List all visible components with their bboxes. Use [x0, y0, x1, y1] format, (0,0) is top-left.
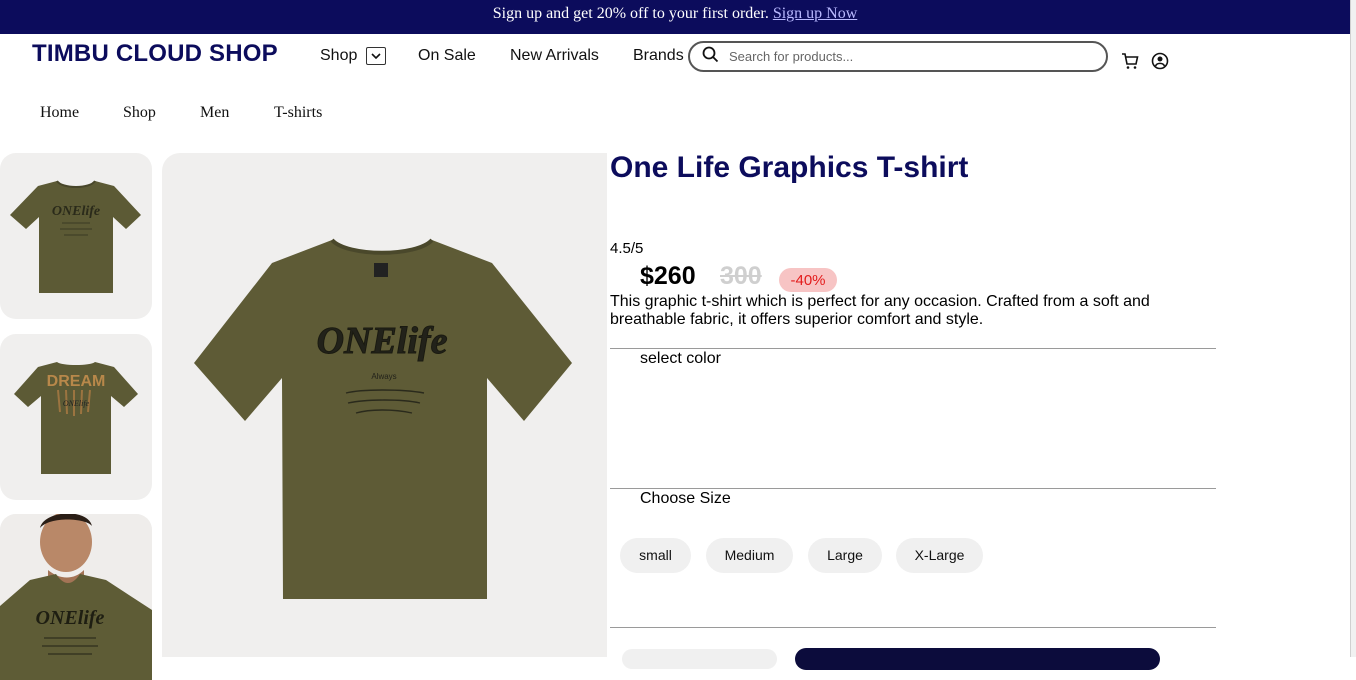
size-large-button[interactable]: Large [808, 538, 882, 573]
breadcrumb-tshirts[interactable]: T-shirts [274, 104, 322, 122]
svg-text:Always: Always [371, 372, 396, 381]
size-small-button[interactable]: small [620, 538, 691, 573]
thumbnail-model[interactable]: ONElife [0, 514, 152, 680]
chevron-down-icon[interactable] [365, 47, 386, 65]
product-description: This graphic t-shirt which is perfect fo… [610, 293, 1150, 328]
nav-shop-label: Shop [320, 47, 358, 65]
site-logo[interactable]: TIMBU CLOUD SHOP [32, 40, 278, 68]
select-color-label: select color [640, 350, 721, 367]
promo-banner: Sign up and get 20% off to your first or… [0, 0, 1350, 34]
divider [610, 488, 1216, 489]
nav-brands[interactable]: Brands [633, 47, 684, 65]
search-bar[interactable] [688, 41, 1108, 72]
size-medium-button[interactable]: Medium [706, 538, 793, 573]
model-photo: ONElife [0, 514, 152, 680]
breadcrumb-men[interactable]: Men [200, 104, 229, 122]
product-rating: 4.5/5 [610, 240, 644, 257]
divider [610, 627, 1216, 628]
svg-text:ONElife: ONElife [36, 607, 105, 629]
svg-text:ONElife: ONElife [52, 204, 100, 219]
cart-icon[interactable] [1121, 52, 1139, 70]
promo-text: Sign up and get 20% off to your first or… [492, 5, 769, 22]
size-xlarge-button[interactable]: X-Large [896, 538, 983, 573]
nav-shop[interactable]: Shop [320, 47, 386, 65]
search-icon [702, 46, 719, 68]
svg-text:ONElife: ONElife [63, 399, 90, 408]
breadcrumb-shop[interactable]: Shop [123, 104, 156, 122]
add-to-cart-button[interactable] [795, 648, 1160, 670]
discount-badge: -40% [779, 268, 837, 292]
product-title: One Life Graphics T-shirt [610, 151, 969, 184]
divider [610, 348, 1216, 349]
svg-text:DREAM: DREAM [47, 373, 106, 390]
user-icon[interactable] [1151, 52, 1169, 70]
main-product-image: ONElife Always [162, 153, 607, 657]
quantity-stepper[interactable] [622, 649, 777, 669]
window-scrollbar[interactable] [1350, 0, 1356, 657]
svg-text:ONElife: ONElife [317, 320, 448, 362]
search-input[interactable] [727, 48, 1091, 65]
old-price: 300 [720, 262, 762, 290]
signup-link[interactable]: Sign up Now [773, 5, 857, 22]
thumbnail-back[interactable]: DREAM ONElife [0, 334, 152, 500]
breadcrumb-home[interactable]: Home [40, 104, 79, 122]
thumbnail-front[interactable]: ONElife [0, 153, 152, 319]
tshirt-main-image: ONElife Always [194, 238, 572, 599]
product-price: $260 [640, 262, 696, 290]
tshirt-front-image: ONElife [10, 180, 141, 293]
tshirt-back-image: DREAM ONElife [14, 362, 138, 474]
nav-on-sale[interactable]: On Sale [418, 47, 476, 65]
choose-size-label: Choose Size [640, 490, 731, 507]
nav-new-arrivals[interactable]: New Arrivals [510, 47, 599, 65]
